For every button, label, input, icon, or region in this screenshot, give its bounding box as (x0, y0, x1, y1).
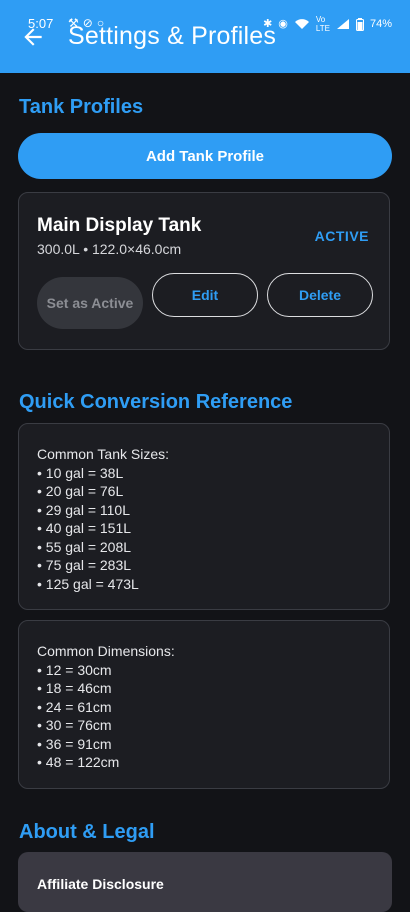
set-as-active-button[interactable]: Set as Active (37, 277, 143, 329)
affiliate-disclosure-title: Affiliate Disclosure (37, 876, 164, 892)
affiliate-disclosure-card[interactable]: Affiliate Disclosure (18, 852, 392, 912)
tank-profile-card: Main Display Tank 300.0L • 122.0×46.0cm … (18, 192, 390, 350)
status-badge: ACTIVE (314, 228, 369, 244)
dimensions-list: Common Dimensions: • 12 = 30cm • 18 = 46… (37, 642, 175, 772)
battery-percent: 74% (369, 18, 392, 30)
edit-button[interactable]: Edit (152, 273, 258, 317)
section-header-conversion: Quick Conversion Reference (19, 391, 293, 413)
list-item: • 125 gal = 473L (37, 575, 139, 592)
tank-meta: 300.0L • 122.0×46.0cm (37, 241, 182, 257)
list-item: • 29 gal = 110L (37, 501, 130, 518)
arrow-left-icon[interactable] (20, 24, 46, 50)
tank-name: Main Display Tank (37, 215, 202, 236)
list-item: • 75 gal = 283L (37, 557, 132, 573)
tank-sizes-list: Common Tank Sizes: • 10 gal = 38L • 20 g… (37, 445, 169, 593)
battery-icon (355, 17, 364, 31)
list-item: • 20 gal = 76L (37, 483, 124, 499)
location-icon: ◉ (278, 18, 288, 30)
list-item: • 10 gal = 38L (37, 464, 124, 481)
page-title: Settings & Profiles (68, 22, 277, 50)
section-header-tank-profiles: Tank Profiles (19, 96, 144, 118)
tank-sizes-card: Common Tank Sizes: • 10 gal = 38L • 20 g… (18, 423, 390, 610)
list-item: • 24 = 61cm (37, 698, 112, 715)
list-item: • 18 = 46cm (37, 680, 112, 696)
signal-icon (336, 19, 349, 29)
list-item: • 12 = 30cm (37, 661, 112, 678)
app-bar: 5:07 ⚒ ⊘ ○ ✱ ◉ Vo LTE 74% Settings & Pro… (0, 0, 410, 73)
volte-icon: Vo LTE (315, 15, 330, 33)
tank-sizes-title: Common Tank Sizes: (37, 446, 170, 462)
list-item: • 36 = 91cm (37, 735, 112, 752)
delete-button[interactable]: Delete (267, 273, 373, 317)
list-item: • 48 = 122cm (37, 754, 120, 770)
list-item: • 55 gal = 208L (37, 538, 132, 555)
list-item: • 30 = 76cm (37, 717, 112, 733)
status-right-icons: ✱ ◉ Vo LTE 74% (263, 15, 392, 33)
dimensions-title: Common Dimensions: (37, 643, 175, 659)
section-header-about: About & Legal (19, 821, 155, 843)
list-item: • 40 gal = 151L (37, 520, 132, 536)
dimensions-card: Common Dimensions: • 12 = 30cm • 18 = 46… (18, 620, 390, 789)
add-tank-profile-button[interactable]: Add Tank Profile (18, 133, 392, 179)
wifi-icon (294, 19, 309, 29)
